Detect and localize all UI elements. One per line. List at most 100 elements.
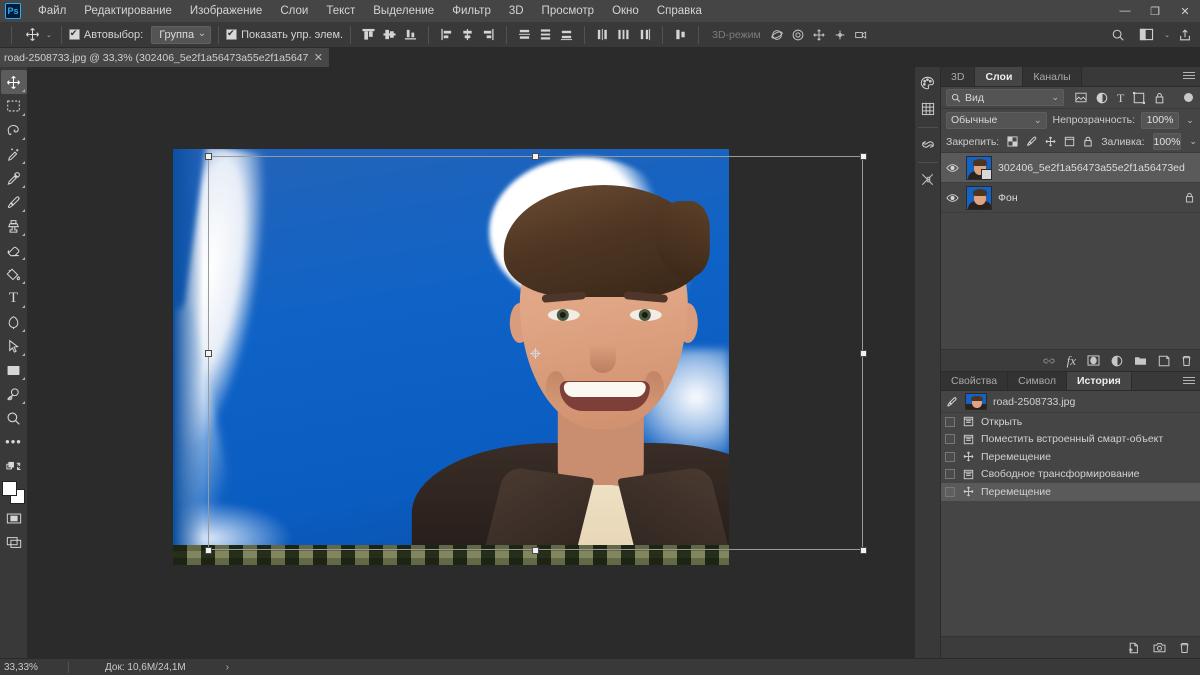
- align-bottom-edges-icon[interactable]: [400, 25, 421, 45]
- filter-pixels-icon[interactable]: [1075, 92, 1087, 103]
- layer-visibility-icon[interactable]: [944, 163, 960, 173]
- minimize-button[interactable]: —: [1110, 0, 1140, 22]
- dodge-tool[interactable]: [1, 382, 27, 406]
- slide-3d-camera-icon[interactable]: [830, 25, 851, 45]
- libraries-panel-icon[interactable]: [916, 132, 940, 156]
- menu-filter[interactable]: Фильтр: [443, 0, 500, 22]
- blend-mode-dropdown[interactable]: Обычные ⌄: [946, 111, 1047, 129]
- quick-mask-icon[interactable]: [1, 506, 27, 530]
- tab-history[interactable]: История: [1066, 372, 1132, 390]
- close-icon[interactable]: ✕: [314, 51, 323, 64]
- new-adjustment-layer-icon[interactable]: [1111, 355, 1123, 367]
- new-group-icon[interactable]: [1134, 355, 1147, 366]
- zoom-tool[interactable]: [1, 406, 27, 430]
- align-vertical-centers-icon[interactable]: [379, 25, 400, 45]
- menu-help[interactable]: Справка: [648, 0, 711, 22]
- eraser-tool[interactable]: [1, 238, 27, 262]
- align-top-edges-icon[interactable]: [358, 25, 379, 45]
- distribute-left-icon[interactable]: [592, 25, 613, 45]
- history-brush-checkbox[interactable]: [945, 469, 955, 480]
- align-distribute-options-icon[interactable]: [670, 25, 691, 45]
- history-brush-source-icon[interactable]: [945, 396, 959, 408]
- lock-position-icon[interactable]: [1045, 136, 1056, 147]
- fill-input[interactable]: 100%: [1152, 133, 1182, 150]
- auto-select-option[interactable]: Автовыбор:: [68, 28, 143, 41]
- workspace-switcher-icon[interactable]: [1133, 24, 1159, 46]
- delete-state-icon[interactable]: [1179, 642, 1190, 654]
- tab-properties[interactable]: Свойства: [941, 372, 1009, 390]
- auto-select-checkbox[interactable]: [68, 28, 80, 40]
- adjustments-panel-icon[interactable]: [916, 167, 940, 191]
- history-state-free-transform[interactable]: Свободное трансформирование: [941, 466, 1200, 484]
- filter-smartobject-icon[interactable]: [1154, 92, 1165, 104]
- menu-select[interactable]: Выделение: [364, 0, 443, 22]
- default-colors-icon[interactable]: [1, 454, 27, 478]
- color-panel-icon[interactable]: [916, 71, 940, 95]
- document-tab[interactable]: road-2508733.jpg @ 33,3% (302406_5e2f1a5…: [0, 48, 330, 67]
- history-brush-checkbox[interactable]: [945, 434, 955, 445]
- opacity-input[interactable]: 100%: [1141, 111, 1179, 129]
- transform-handle-bottom-right[interactable]: [860, 547, 867, 554]
- distribute-right-icon[interactable]: [634, 25, 655, 45]
- lock-transparent-pixels-icon[interactable]: [1007, 136, 1018, 147]
- orbit-3d-camera-icon[interactable]: [767, 25, 788, 45]
- distribute-bottom-icon[interactable]: [556, 25, 577, 45]
- show-transform-controls-checkbox[interactable]: [226, 28, 238, 40]
- edit-toolbar-more-icon[interactable]: •••: [1, 430, 27, 454]
- layer-name[interactable]: 302406_5e2f1a56473a55e2f1a56473ed: [998, 162, 1194, 174]
- chevron-down-icon[interactable]: ⌄: [1051, 92, 1059, 103]
- rectangle-shape-tool[interactable]: [1, 358, 27, 382]
- tool-preset-chevron-icon[interactable]: ⌄: [46, 31, 52, 39]
- foreground-color-swatch[interactable]: [1, 481, 17, 496]
- transform-handle-bottom-left[interactable]: [205, 547, 212, 554]
- history-state-place-embedded[interactable]: Поместить встроенный смарт-объект: [941, 431, 1200, 449]
- history-brush-checkbox[interactable]: [945, 416, 955, 427]
- lock-artboard-nesting-icon[interactable]: [1064, 136, 1075, 147]
- clone-stamp-tool[interactable]: [1, 214, 27, 238]
- pan-3d-camera-icon[interactable]: [809, 25, 830, 45]
- path-selection-tool[interactable]: [1, 334, 27, 358]
- link-layers-icon[interactable]: [1042, 356, 1056, 366]
- filter-enable-toggle[interactable]: [1184, 93, 1193, 102]
- layer-row-background[interactable]: Фон: [941, 183, 1200, 213]
- transform-handle-middle-left[interactable]: [205, 350, 212, 357]
- roll-3d-camera-icon[interactable]: [788, 25, 809, 45]
- distribute-horizontal-center-icon[interactable]: [613, 25, 634, 45]
- color-swatches[interactable]: [1, 480, 27, 506]
- layer-row-smart-object[interactable]: 302406_5e2f1a56473a55e2f1a56473ed: [941, 153, 1200, 183]
- transform-reference-point-icon[interactable]: [530, 348, 541, 359]
- fill-chevron-down-icon[interactable]: ⌄: [1189, 136, 1197, 147]
- panel-menu-icon[interactable]: [1183, 72, 1195, 82]
- history-state-move-1[interactable]: Перемещение: [941, 448, 1200, 466]
- close-button[interactable]: ✕: [1170, 0, 1200, 22]
- history-brush-checkbox[interactable]: [945, 486, 955, 497]
- auto-select-scope-dropdown[interactable]: Группа: [151, 25, 212, 44]
- align-right-edges-icon[interactable]: [478, 25, 499, 45]
- menu-3d[interactable]: 3D: [500, 0, 533, 22]
- delete-layer-icon[interactable]: [1181, 355, 1192, 367]
- history-brush-checkbox[interactable]: [945, 451, 955, 462]
- lock-all-icon[interactable]: [1083, 136, 1093, 147]
- show-transform-controls-option[interactable]: Показать упр. элем.: [226, 28, 343, 41]
- new-layer-icon[interactable]: [1158, 355, 1170, 367]
- menu-window[interactable]: Окно: [603, 0, 648, 22]
- opacity-chevron-down-icon[interactable]: ⌄: [1185, 115, 1195, 126]
- filter-adjustment-icon[interactable]: [1096, 92, 1108, 104]
- restore-button[interactable]: ❐: [1140, 0, 1170, 22]
- current-tool-preview[interactable]: ⌄: [19, 25, 54, 45]
- layer-name[interactable]: Фон: [998, 192, 1179, 204]
- chevron-down-icon[interactable]: ⌄: [1034, 115, 1042, 126]
- horizontal-type-tool[interactable]: T: [1, 286, 27, 310]
- canvas-area[interactable]: [28, 67, 914, 658]
- document-image[interactable]: [173, 149, 729, 565]
- transform-handle-top-left[interactable]: [205, 153, 212, 160]
- add-layer-mask-icon[interactable]: [1087, 355, 1100, 366]
- paint-bucket-tool[interactable]: [1, 262, 27, 286]
- layer-style-fx-icon[interactable]: fx: [1067, 353, 1076, 369]
- align-left-edges-icon[interactable]: [436, 25, 457, 45]
- quick-selection-tool[interactable]: [1, 142, 27, 166]
- distribute-vertical-center-icon[interactable]: [535, 25, 556, 45]
- rectangular-marquee-tool[interactable]: [1, 94, 27, 118]
- move-tool[interactable]: [0, 70, 27, 94]
- tab-character[interactable]: Символ: [1008, 372, 1067, 390]
